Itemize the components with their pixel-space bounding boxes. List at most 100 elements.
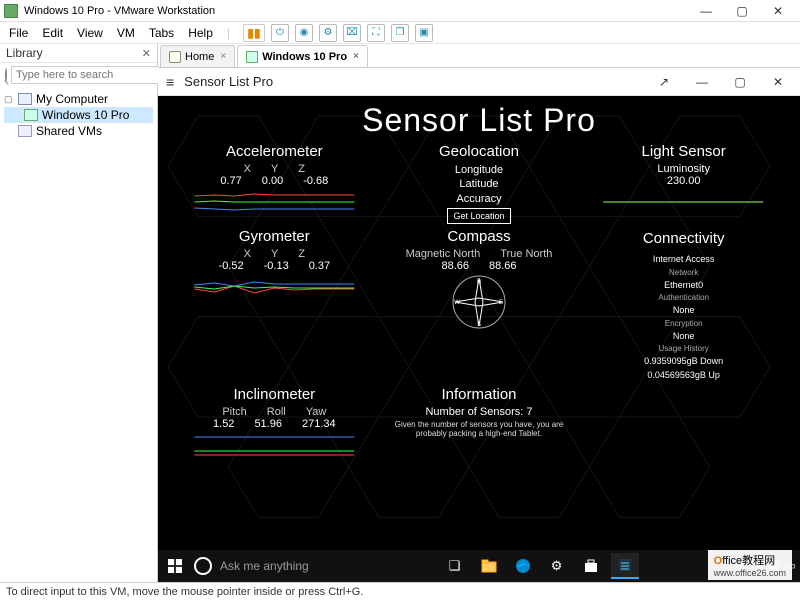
store-icon[interactable]	[577, 553, 605, 579]
accel-x-label: X	[244, 163, 251, 175]
inner-close-button[interactable]: ✕	[764, 75, 792, 89]
conn-down-value: 0.9359095gB Down	[585, 355, 782, 369]
toolbar-fullscreen-icon[interactable]: ▣	[415, 24, 433, 42]
incl-roll-label: Roll	[267, 406, 286, 418]
toolbar-settings-icon[interactable]: ⚙	[319, 24, 337, 42]
toolbar-power-icon[interactable]: ⏻	[271, 24, 289, 42]
app-icon	[4, 4, 18, 18]
incl-pitch-value: 1.52	[213, 418, 234, 430]
window-title: Windows 10 Pro - VMware Workstation	[24, 5, 688, 17]
compass-rose-icon: N S E W	[451, 274, 507, 330]
tab-windows10[interactable]: Windows 10 Pro ×	[237, 45, 368, 67]
gyro-heading: Gyrometer	[176, 228, 373, 245]
home-icon	[169, 51, 181, 63]
inner-expand-button[interactable]: ↗	[650, 75, 678, 89]
accel-chart	[176, 190, 373, 214]
toolbar-fit-icon[interactable]: ⛶	[367, 24, 385, 42]
luminosity-label: Luminosity	[585, 163, 782, 175]
light-chart	[585, 190, 782, 214]
tree-my-computer[interactable]: ▢ My Computer	[4, 91, 153, 107]
light-sensor-card: Light Sensor Luminosity 230.00	[585, 143, 782, 224]
tab-windows10-close[interactable]: ×	[353, 51, 359, 62]
menu-separator: |	[220, 24, 237, 42]
tab-home-close[interactable]: ×	[220, 51, 226, 62]
incl-heading: Inclinometer	[176, 386, 373, 403]
taskbar-search-placeholder[interactable]: Ask me anything	[220, 559, 340, 573]
connectivity-card: Connectivity Internet Access Network Eth…	[585, 228, 782, 383]
tree-vm-windows10[interactable]: Windows 10 Pro	[4, 107, 153, 123]
my-computer-label: My Computer	[36, 92, 108, 106]
inner-app-chrome: ≡ Sensor List Pro ↗ — ▢ ✕	[158, 68, 800, 96]
toolbar-icons: ⏻ ◉ ⚙ ⌧ ⛶ ❐ ▣	[271, 24, 433, 42]
toolbar-screenshot-icon[interactable]: ⌧	[343, 24, 361, 42]
window-maximize-button[interactable]: ▢	[724, 1, 760, 21]
menu-file[interactable]: File	[2, 24, 35, 42]
gyro-y-value: -0.13	[264, 260, 289, 272]
inner-maximize-button[interactable]: ▢	[726, 75, 754, 89]
svg-text:S: S	[477, 322, 481, 328]
menu-vm[interactable]: VM	[110, 24, 142, 42]
geo-heading: Geolocation	[381, 143, 578, 160]
watermark-brand-o: O	[714, 555, 723, 567]
windows-taskbar: Ask me anything ❏ ⚙ ˄ 🖧 🔊 ▭	[158, 550, 800, 582]
svg-text:N: N	[477, 280, 481, 286]
inner-minimize-button[interactable]: —	[688, 75, 716, 89]
window-close-button[interactable]: ✕	[760, 1, 796, 21]
gyrometer-card: Gyrometer XYZ -0.52-0.130.37	[176, 228, 373, 383]
toolbar-snapshot-icon[interactable]: ◉	[295, 24, 313, 42]
conn-network-label: Network	[585, 267, 782, 279]
menu-help[interactable]: Help	[181, 24, 220, 42]
library-title: Library	[6, 46, 43, 60]
library-close-button[interactable]: ✕	[142, 47, 151, 60]
vm-tab-icon	[246, 51, 258, 63]
cortana-icon[interactable]	[194, 557, 212, 575]
hamburger-button[interactable]: ≡	[166, 74, 174, 90]
menu-tabs[interactable]: Tabs	[142, 24, 181, 42]
watermark: Office教程网 www.office26.com	[708, 550, 792, 580]
watermark-url: www.office26.com	[714, 568, 786, 578]
accel-z-label: Z	[298, 163, 305, 175]
info-note: Given the number of sensors you have, yo…	[381, 420, 578, 438]
luminosity-value: 230.00	[585, 175, 782, 187]
sensor-app-taskbar-icon[interactable]	[611, 553, 639, 579]
menu-edit[interactable]: Edit	[35, 24, 70, 42]
vm-label: Windows 10 Pro	[42, 108, 129, 122]
twist-icon: ▢	[4, 94, 14, 105]
information-card: Information Number of Sensors: 7 Given t…	[381, 386, 578, 460]
statusbar: To direct input to this VM, move the mou…	[0, 582, 800, 600]
tab-home[interactable]: Home ×	[160, 45, 235, 67]
conn-heading: Connectivity	[585, 228, 782, 251]
content-area: Home × Windows 10 Pro × ≡ Sensor List Pr…	[158, 44, 800, 582]
shared-vms-label: Shared VMs	[36, 124, 102, 138]
menubar: File Edit View VM Tabs Help | ▮▮ ⏻ ◉ ⚙ ⌧…	[0, 22, 800, 44]
get-location-button[interactable]: Get Location	[447, 208, 510, 224]
pause-button[interactable]: ▮▮	[243, 24, 265, 42]
vm-tab-row: Home × Windows 10 Pro ×	[158, 44, 800, 68]
tab-home-label: Home	[185, 51, 214, 63]
vm-display[interactable]: Sensor List Pro Accelerometer XYZ 0.770.…	[158, 96, 800, 582]
file-explorer-icon[interactable]	[475, 553, 503, 579]
gyro-z-label: Z	[298, 248, 305, 260]
compass-heading: Compass	[381, 228, 578, 245]
tab-windows10-label: Windows 10 Pro	[262, 51, 347, 63]
menu-view[interactable]: View	[70, 24, 110, 42]
edge-browser-icon[interactable]	[509, 553, 537, 579]
incl-roll-value: 51.96	[254, 418, 282, 430]
library-header: Library ✕	[0, 44, 157, 63]
library-search-input[interactable]	[11, 66, 163, 84]
geo-latitude-label: Latitude	[381, 177, 578, 191]
task-view-icon[interactable]: ❏	[441, 553, 469, 579]
tree-shared-vms[interactable]: Shared VMs	[4, 123, 153, 139]
toolbar-unity-icon[interactable]: ❐	[391, 24, 409, 42]
settings-icon[interactable]: ⚙	[543, 553, 571, 579]
compass-mag-label: Magnetic North	[406, 248, 481, 260]
window-minimize-button[interactable]: —	[688, 1, 724, 21]
gyro-x-value: -0.52	[219, 260, 244, 272]
conn-auth-label: Authentication	[585, 292, 782, 304]
gyro-chart	[176, 275, 373, 299]
compass-card: Compass Magnetic NorthTrue North 88.6688…	[381, 228, 578, 383]
shared-vms-icon	[18, 125, 32, 137]
conn-enc-label: Encryption	[585, 318, 782, 330]
start-button[interactable]	[162, 553, 188, 579]
conn-enc-value: None	[585, 330, 782, 344]
